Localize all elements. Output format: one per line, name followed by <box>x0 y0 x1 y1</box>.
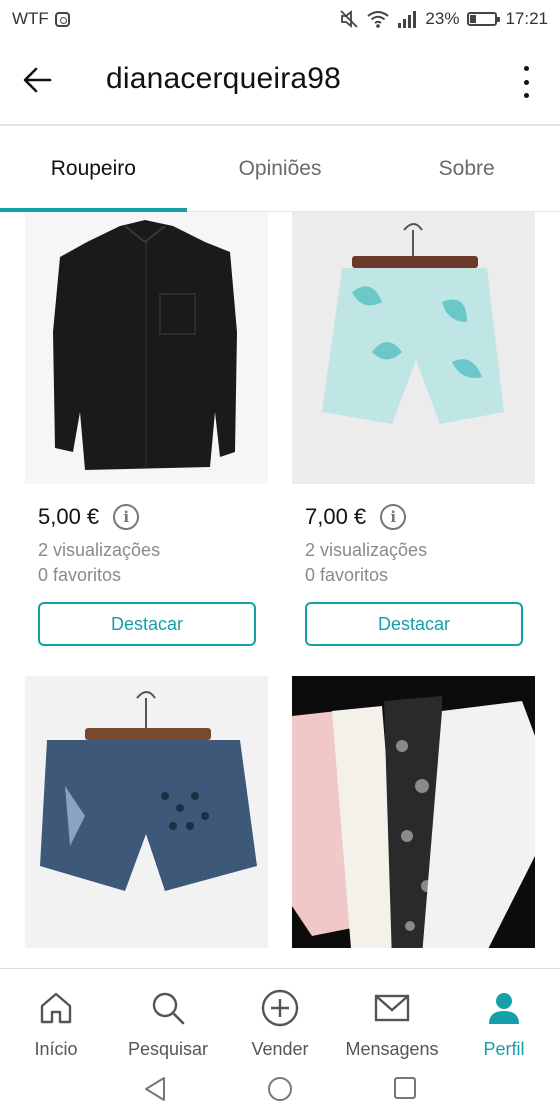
highlight-button[interactable]: Destacar <box>38 602 256 646</box>
app-header: dianacerqueira98 <box>0 38 560 124</box>
item-card[interactable]: 5,00 € i 2 visualizações 0 favoritos Des… <box>25 212 268 646</box>
item-views: 2 visualizações <box>38 540 161 560</box>
arrow-left-icon <box>23 67 52 93</box>
nav-label: Vender <box>251 1039 309 1059</box>
tab-opinioes[interactable]: Opiniões <box>187 126 374 211</box>
jeans-pile-photo[interactable] <box>292 676 535 948</box>
item-favorites: 0 favoritos <box>38 565 122 585</box>
more-vertical-icon <box>523 66 529 71</box>
item-price: 5,00 € <box>38 504 100 529</box>
home-circle-icon[interactable] <box>267 1076 293 1102</box>
back-triangle-icon[interactable] <box>143 1076 167 1102</box>
bottom-navigation: Início Pesquisar Vender Mensagens Perfil <box>0 968 560 1060</box>
item-favorites: 0 favoritos <box>305 565 389 585</box>
mute-icon <box>340 10 359 28</box>
mail-icon <box>373 989 411 1027</box>
item-card[interactable]: 7,00 € i 2 visualizações 0 favoritos Des… <box>292 212 535 646</box>
nav-mensagens[interactable]: Mensagens <box>336 969 448 1060</box>
nav-perfil[interactable]: Perfil <box>448 969 560 1060</box>
nav-vender[interactable]: Vender <box>224 969 336 1060</box>
nav-label: Pesquisar <box>127 1039 209 1059</box>
tab-roupeiro[interactable]: Roupeiro <box>0 126 187 212</box>
person-icon <box>485 989 523 1027</box>
highlight-button[interactable]: Destacar <box>305 602 523 646</box>
nav-inicio[interactable]: Início <box>0 969 112 1060</box>
info-icon[interactable]: i <box>113 504 140 530</box>
black-blouse-photo[interactable] <box>25 212 268 484</box>
item-card[interactable] <box>25 676 268 948</box>
battery-percent: 23% <box>425 9 460 28</box>
paisley-shorts-photo[interactable] <box>292 212 535 484</box>
profile-tabs: Roupeiro Opiniões Sobre <box>0 126 560 212</box>
battery-icon <box>467 12 501 26</box>
system-navigation-bar <box>0 1060 560 1120</box>
signal-icon <box>398 11 417 28</box>
item-views: 2 visualizações <box>305 540 428 560</box>
denim-shorts-photo[interactable] <box>25 676 268 948</box>
status-bar: WTF 23% 17:21 <box>0 0 560 38</box>
nav-pesquisar[interactable]: Pesquisar <box>112 969 224 1060</box>
page-title: dianacerqueira98 <box>106 62 342 95</box>
wardrobe-grid: 5,00 € i 2 visualizações 0 favoritos Des… <box>0 212 560 968</box>
carrier-label: WTF <box>12 9 49 28</box>
more-options-button[interactable] <box>516 62 536 102</box>
back-button[interactable] <box>20 62 56 98</box>
item-price: 7,00 € <box>305 504 367 529</box>
clock: 17:21 <box>505 9 548 28</box>
plus-circle-icon <box>261 989 299 1027</box>
tab-sobre[interactable]: Sobre <box>373 126 560 211</box>
search-icon <box>149 989 187 1027</box>
home-icon <box>37 989 75 1027</box>
instagram-icon <box>54 11 70 27</box>
nav-label: Início <box>34 1039 78 1059</box>
recents-square-icon[interactable] <box>393 1076 417 1100</box>
wifi-icon <box>367 11 390 28</box>
info-icon[interactable]: i <box>380 504 407 530</box>
item-card[interactable] <box>292 676 535 948</box>
nav-label: Perfil <box>483 1039 525 1059</box>
nav-label: Mensagens <box>345 1039 439 1059</box>
